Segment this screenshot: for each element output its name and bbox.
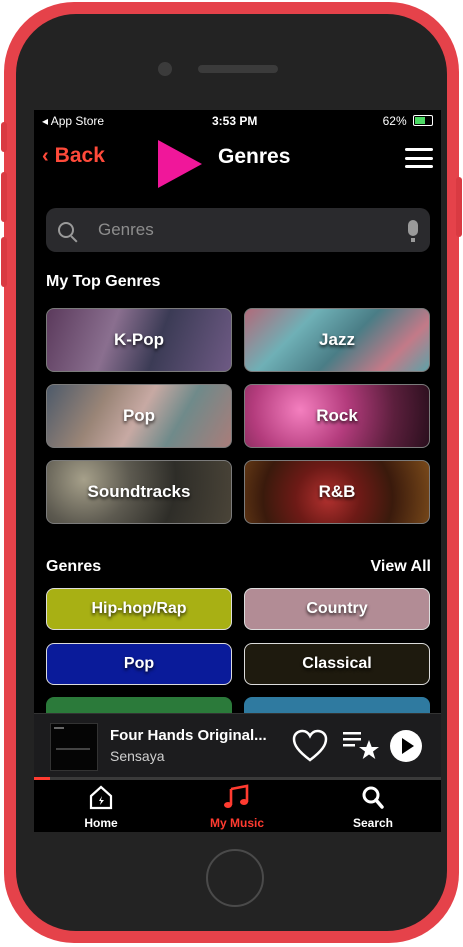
- status-battery: 62%: [383, 114, 433, 128]
- volume-up-button: [1, 172, 7, 222]
- genre-tile-label: Jazz: [319, 330, 355, 349]
- power-button: [456, 177, 462, 237]
- search-icon: [362, 786, 384, 809]
- genre-chip-label: Country: [306, 600, 368, 617]
- tab-label: Home: [84, 816, 118, 830]
- volume-down-button: [1, 237, 7, 287]
- menu-icon[interactable]: [405, 148, 433, 168]
- genre-chip-label: Hip-hop/Rap: [91, 600, 187, 617]
- status-time: 3:53 PM: [212, 114, 258, 128]
- back-label: Back: [54, 144, 105, 167]
- genre-chip-pop[interactable]: Pop: [46, 643, 232, 685]
- home-icon: [89, 785, 113, 810]
- tab-search[interactable]: Search: [328, 784, 418, 830]
- view-all-link[interactable]: View All: [371, 558, 431, 576]
- genre-tile-jazz[interactable]: Jazz: [244, 308, 430, 372]
- genre-tile-label: Pop: [122, 406, 156, 425]
- genres-heading: Genres: [46, 558, 102, 575]
- genre-tile-label: Rock: [316, 406, 358, 425]
- genre-tile-label: Soundtracks: [87, 482, 191, 501]
- battery-percent: 62%: [382, 114, 407, 128]
- genre-tile-pop[interactable]: Pop: [46, 384, 232, 448]
- genre-tile-soundtracks[interactable]: Soundtracks: [46, 460, 232, 524]
- genre-tile-rnb[interactable]: R&B: [244, 460, 430, 524]
- genre-tile-label: K-Pop: [113, 330, 165, 349]
- music-note-icon: [224, 784, 249, 808]
- heart-icon[interactable]: [292, 729, 328, 763]
- tab-label: My Music: [209, 816, 264, 830]
- mute-switch: [1, 122, 7, 152]
- microphone-icon[interactable]: [408, 220, 418, 242]
- app-screen: ◂ App Store 3:53 PM 62% ‹ Back Genres My…: [34, 110, 441, 832]
- genre-tile-label: R&B: [318, 482, 356, 501]
- album-art: [50, 723, 98, 771]
- page-title: Genres: [218, 145, 291, 168]
- search-icon: [58, 222, 74, 238]
- add-to-queue-star-icon[interactable]: [342, 728, 380, 762]
- track-title: Four Hands Original...: [110, 727, 267, 744]
- chevron-left-icon: ‹: [42, 144, 49, 167]
- nav-bar: ‹ Back Genres: [34, 140, 441, 188]
- tab-label: Search: [352, 816, 394, 830]
- status-bar: ◂ App Store 3:53 PM 62%: [34, 110, 441, 132]
- home-button[interactable]: [206, 849, 264, 907]
- back-button[interactable]: ‹ Back: [42, 144, 105, 168]
- track-artist: Sensaya: [110, 748, 165, 764]
- play-button[interactable]: [390, 730, 422, 762]
- tab-my-music[interactable]: My Music: [192, 784, 282, 830]
- genre-chip-country[interactable]: Country: [244, 588, 430, 630]
- genre-tile-rock[interactable]: Rock: [244, 384, 430, 448]
- search-input[interactable]: [96, 219, 380, 241]
- genre-tile-kpop[interactable]: K-Pop: [46, 308, 232, 372]
- genre-chip-label: Pop: [123, 655, 155, 672]
- genre-chip-hiphop[interactable]: Hip-hop/Rap: [46, 588, 232, 630]
- pointer-arrow-icon: [158, 140, 202, 188]
- tab-bar: Home My Music Search: [34, 780, 441, 832]
- genre-chip-label: Classical: [302, 655, 372, 672]
- mini-player[interactable]: Four Hands Original... Sensaya: [34, 713, 441, 780]
- camera: [158, 62, 172, 76]
- genre-chip-classical[interactable]: Classical: [244, 643, 430, 685]
- status-carrier: ◂ App Store: [42, 114, 105, 128]
- battery-icon: [413, 115, 433, 126]
- search-bar[interactable]: [46, 208, 430, 252]
- top-genres-heading: My Top Genres: [46, 273, 161, 290]
- speaker: [198, 65, 278, 73]
- tab-home[interactable]: Home: [56, 784, 146, 830]
